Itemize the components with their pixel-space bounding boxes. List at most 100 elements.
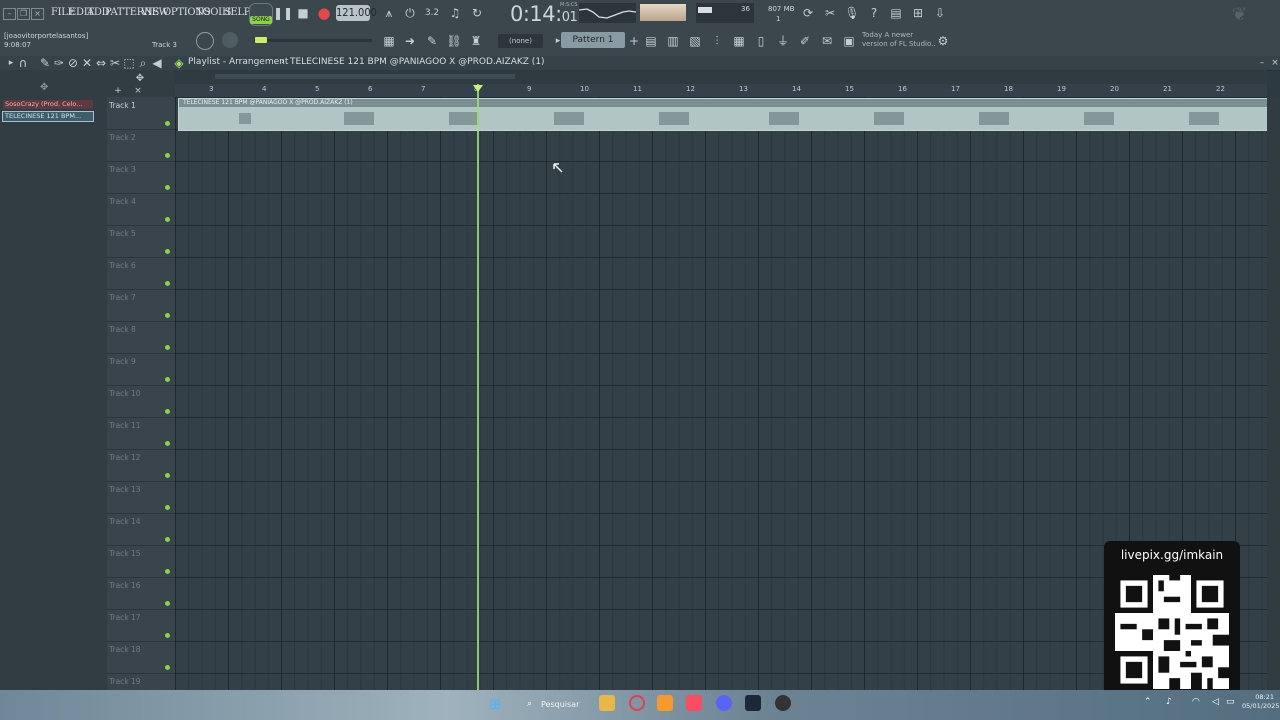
opera-icon[interactable] [629, 695, 645, 711]
track-header[interactable]: Track 11 [107, 417, 175, 450]
main-slider-track[interactable] [254, 39, 372, 42]
close-icon[interactable]: × [31, 8, 44, 20]
refresh-icon[interactable]: ⟳ [799, 4, 817, 22]
download-icon[interactable]: ⇩ [931, 4, 949, 22]
audio-clip[interactable]: TELECINESE 121 BPM @PANIAGOO X @PROD.AIZ… [178, 98, 1268, 131]
track-header[interactable]: Track 13 [107, 481, 175, 514]
tempo-display[interactable]: 121.000 [336, 5, 377, 21]
cut-icon[interactable]: ✂ [821, 4, 839, 22]
windows-start-icon[interactable]: ⊞ [489, 696, 505, 712]
track-enable-led-icon[interactable] [165, 537, 170, 542]
master-pitch-knob[interactable] [196, 32, 214, 50]
stop-icon[interactable]: ■ [294, 4, 312, 22]
picker-item-telecinese[interactable]: TELECINESE 121 BPM... [2, 111, 94, 122]
track-header[interactable]: Track 5 [107, 225, 175, 258]
menu-help[interactable]: HELP [222, 7, 251, 18]
track-enable-led-icon[interactable] [165, 185, 170, 190]
plug-icon[interactable]: ⏚ [774, 32, 792, 50]
save-icon[interactable]: ▤ [887, 4, 905, 22]
track-enable-led-icon[interactable] [165, 281, 170, 286]
track-enable-led-icon[interactable] [165, 441, 170, 446]
track-header[interactable]: Track 7 [107, 289, 175, 322]
song-mode-button[interactable]: SONG [249, 3, 273, 26]
tray-mic-icon[interactable]: ♪ [1166, 697, 1172, 707]
track-header[interactable]: Track 1 [107, 97, 175, 130]
music-icon[interactable] [686, 695, 702, 711]
taskbar-search[interactable]: Pesquisar [541, 696, 601, 714]
track-header[interactable]: Track 17 [107, 609, 175, 642]
timeline-ruler[interactable]: 345678910111213141516171819202122 [175, 84, 1267, 97]
master-volume-knob[interactable] [222, 32, 238, 48]
track-header[interactable]: Track 10 [107, 385, 175, 418]
vertical-scrollbar[interactable] [1267, 97, 1280, 690]
track-header[interactable]: Track 15 [107, 545, 175, 578]
playlist-icon[interactable]: ▤ [642, 32, 660, 50]
track-header[interactable]: Track 6 [107, 257, 175, 290]
track-header[interactable]: Track 12 [107, 449, 175, 482]
restore-icon[interactable]: ❐ [17, 8, 30, 20]
script-icon[interactable]: ✉ [818, 32, 836, 50]
snap-selector[interactable]: (none) [498, 34, 543, 48]
news-panel[interactable]: Today A newer version of FL Studio.. [862, 31, 936, 49]
expand-icon[interactable]: ✥ [40, 82, 56, 94]
track-enable-led-icon[interactable] [165, 505, 170, 510]
track-header[interactable]: Track 14 [107, 513, 175, 546]
steam-icon[interactable] [745, 695, 761, 711]
track-header[interactable]: Track 2 [107, 129, 175, 162]
microphone-icon[interactable]: 🎙 [843, 4, 861, 22]
main-slider-thumb[interactable] [255, 37, 267, 43]
clip-header[interactable]: TELECINESE 121 BPM @PANIAGOO X @PROD.AIZ… [179, 99, 1267, 107]
metronome-icon[interactable]: ⩚ [380, 4, 398, 22]
search-icon[interactable]: ⌕ [527, 699, 532, 709]
arrow-right-icon[interactable]: ➜ [401, 32, 419, 50]
browser-icon[interactable]: ▦ [730, 32, 748, 50]
wait-record-icon[interactable]: ⏻ [401, 4, 419, 22]
track-header[interactable]: Track 4 [107, 193, 175, 226]
track-enable-led-icon[interactable] [165, 153, 170, 158]
pattern-selector[interactable]: Pattern 1 [561, 32, 625, 48]
track-enable-led-icon[interactable] [165, 633, 170, 638]
horizontal-scroll-area[interactable] [175, 70, 1267, 84]
countdown-icon[interactable]: 3.2 [423, 4, 441, 22]
piano-roll-icon[interactable]: ▧ [686, 32, 704, 50]
track-enable-led-icon[interactable] [165, 601, 170, 606]
track-header[interactable]: Track 3 [107, 161, 175, 194]
track-enable-led-icon[interactable] [165, 345, 170, 350]
plugin-database-icon[interactable]: ▯ [752, 32, 770, 50]
link-icon[interactable]: ⛓ [445, 32, 463, 50]
track-header[interactable]: Track 8 [107, 321, 175, 354]
brush-icon[interactable]: ✎ [423, 32, 441, 50]
loop-record-icon[interactable]: ↻ [468, 4, 486, 22]
channel-rack-icon[interactable]: ▥ [664, 32, 682, 50]
track-enable-led-icon[interactable] [165, 665, 170, 670]
minimize-icon[interactable]: – [3, 8, 16, 20]
picker-item-sosocrazy[interactable]: SosoCrazy (Prod. Celo... [3, 100, 93, 109]
track-enable-led-icon[interactable] [165, 249, 170, 254]
news-icon[interactable]: ▣ [840, 32, 858, 50]
discord-icon[interactable] [716, 695, 732, 711]
playhead-marker-icon[interactable] [473, 85, 483, 92]
pause-icon[interactable]: ❚❚ [273, 4, 293, 22]
window-close-icon[interactable]: × [1266, 54, 1280, 72]
track-header[interactable]: Track 9 [107, 353, 175, 386]
track-enable-led-icon[interactable] [165, 217, 170, 222]
track-header[interactable]: Track 18 [107, 641, 175, 674]
taskbar-clock[interactable]: 08:21 05/01/2025 [1242, 693, 1279, 711]
help-icon[interactable]: ? [865, 4, 883, 22]
add-pattern-icon[interactable]: + [625, 32, 643, 50]
stamp-icon[interactable]: ♜ [467, 32, 485, 50]
track-enable-led-icon[interactable] [165, 569, 170, 574]
playhead-line[interactable] [477, 84, 479, 690]
battery-icon[interactable]: ▭ [1226, 697, 1235, 707]
scroll-thumb[interactable] [215, 74, 515, 79]
track-enable-led-icon[interactable] [165, 121, 170, 126]
wifi-icon[interactable]: ◠ [1192, 697, 1200, 707]
track-enable-led-icon[interactable] [165, 409, 170, 414]
track-enable-led-icon[interactable] [165, 377, 170, 382]
track-header[interactable]: Track 16 [107, 577, 175, 610]
stamp-tool-icon[interactable]: ✐ [796, 32, 814, 50]
settings-gear-icon[interactable]: ⚙ [934, 32, 952, 50]
track-enable-led-icon[interactable] [165, 313, 170, 318]
chrome-icon[interactable] [775, 695, 791, 711]
file-explorer-icon[interactable] [599, 695, 615, 711]
